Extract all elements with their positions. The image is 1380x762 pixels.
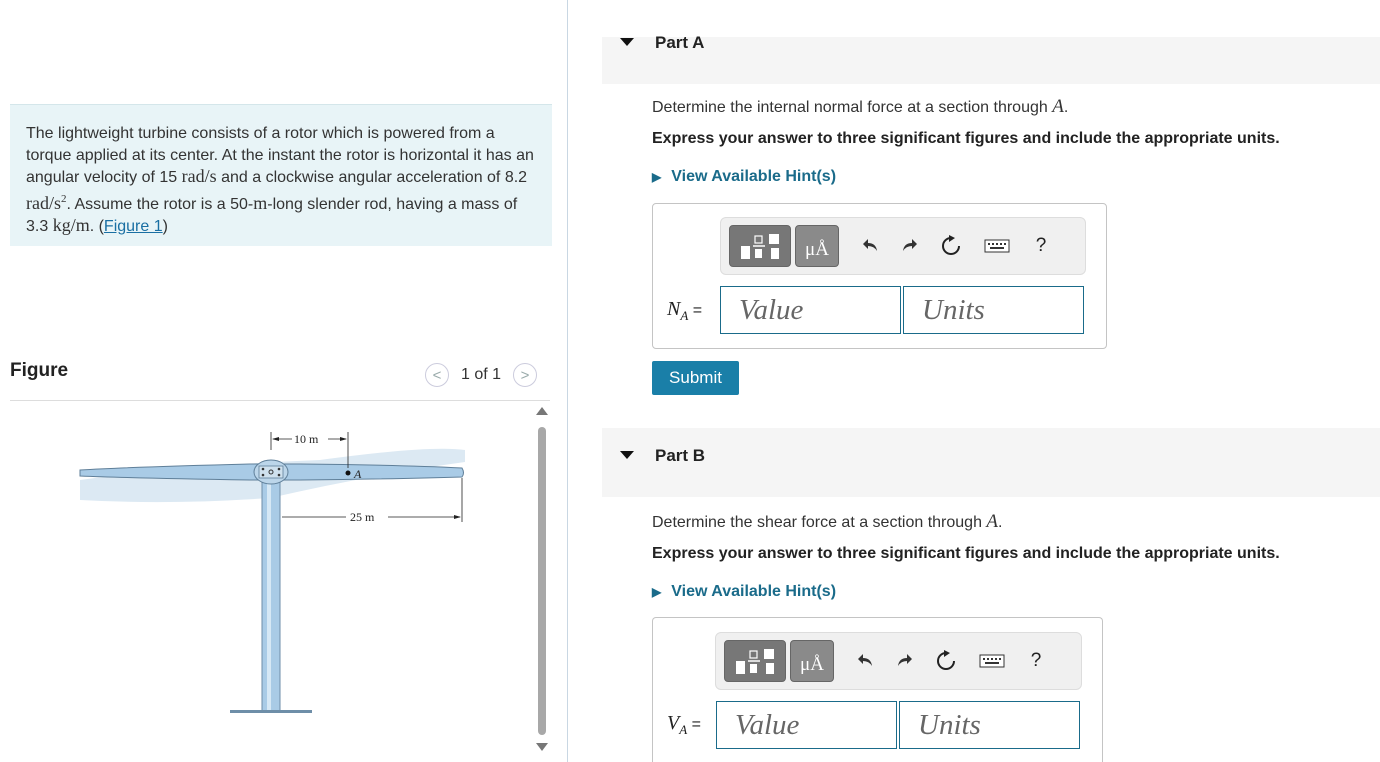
collapse-caret-icon[interactable] bbox=[620, 37, 634, 47]
hint-label: View Available Hint(s) bbox=[671, 583, 837, 600]
part-a-answer-box: μÅ ? NA = Value Units bbox=[652, 203, 1107, 349]
fraction-template-icon bbox=[736, 649, 774, 674]
scroll-thumb[interactable] bbox=[538, 427, 546, 735]
figure-title: Figure bbox=[10, 360, 69, 381]
tower-base bbox=[230, 710, 312, 713]
hint-label: View Available Hint(s) bbox=[671, 168, 837, 185]
bolt bbox=[277, 467, 281, 471]
part-b-question: Determine the shear force at a section t… bbox=[652, 511, 1002, 533]
part-a-hint-link[interactable]: ▶ View Available Hint(s) bbox=[652, 168, 836, 186]
problem-text-2: and a clockwise angular acceleration of … bbox=[216, 169, 528, 186]
fraction-template-icon bbox=[741, 234, 779, 259]
help-icon[interactable]: ? bbox=[1023, 228, 1059, 264]
reset-icon[interactable] bbox=[928, 643, 964, 679]
next-figure-button[interactable]: > bbox=[513, 363, 538, 387]
answer-variable-label: NA = bbox=[667, 298, 702, 324]
question-text: Determine the internal normal force at a… bbox=[652, 99, 1053, 116]
unit-kg-m: kg/m bbox=[52, 215, 90, 235]
arrow-head bbox=[272, 437, 279, 441]
units-input[interactable]: Units bbox=[903, 286, 1084, 334]
var-main: V bbox=[667, 712, 680, 734]
bolt bbox=[277, 473, 281, 477]
mu-a-icon: μÅ bbox=[805, 239, 829, 260]
figure-pager: < 1 of 1 > bbox=[425, 362, 538, 388]
chevron-right-icon: > bbox=[520, 366, 530, 384]
question-end: . bbox=[1063, 99, 1069, 116]
keyboard-icon[interactable] bbox=[974, 643, 1010, 679]
part-a-question: Determine the internal normal force at a… bbox=[652, 96, 1068, 118]
arrow-head bbox=[454, 515, 461, 519]
units-symbols-button[interactable]: μÅ bbox=[790, 640, 834, 682]
answer-variable-label: VA = bbox=[667, 712, 701, 738]
part-a-instruction: Express your answer to three significant… bbox=[652, 130, 1280, 147]
arrow-head bbox=[340, 437, 347, 441]
unit-rad-s: rad/s bbox=[181, 166, 217, 186]
expand-triangle-icon: ▶ bbox=[652, 170, 662, 184]
question-variable: A bbox=[986, 511, 999, 532]
var-sub: A bbox=[679, 722, 688, 737]
redo-icon[interactable] bbox=[891, 228, 927, 264]
keyboard-icon[interactable] bbox=[979, 228, 1015, 264]
unit-rad-s2-base: rad/s bbox=[26, 192, 61, 213]
problem-text-6: ) bbox=[162, 218, 168, 235]
unit-m: m bbox=[253, 192, 268, 213]
figure-divider bbox=[10, 400, 550, 401]
units-input[interactable]: Units bbox=[899, 701, 1080, 749]
mu-a-icon: μÅ bbox=[800, 654, 824, 675]
undo-icon[interactable] bbox=[848, 643, 884, 679]
value-input[interactable]: Value bbox=[720, 286, 901, 334]
part-b-hint-link[interactable]: ▶ View Available Hint(s) bbox=[652, 583, 836, 601]
bolt bbox=[261, 467, 265, 471]
problem-text: The lightweight turbine consists of a ro… bbox=[26, 123, 536, 238]
expand-triangle-icon: ▶ bbox=[652, 585, 662, 599]
dim-25m-label: 25 m bbox=[350, 510, 375, 524]
dim-10m-label: 10 m bbox=[294, 432, 319, 446]
question-text: Determine the shear force at a section t… bbox=[652, 514, 987, 531]
reset-icon[interactable] bbox=[933, 228, 969, 264]
question-variable: A bbox=[1052, 96, 1064, 117]
help-icon[interactable]: ? bbox=[1018, 643, 1054, 679]
redo-icon[interactable] bbox=[886, 643, 922, 679]
chevron-left-icon: < bbox=[432, 366, 442, 384]
collapse-caret-icon[interactable] bbox=[620, 450, 634, 460]
problem-text-5: . ( bbox=[89, 218, 104, 235]
point-a-label: A bbox=[353, 467, 362, 481]
prev-figure-button[interactable]: < bbox=[425, 363, 449, 387]
part-b-answer-box: μÅ ? VA = Value Units bbox=[652, 617, 1103, 762]
unit-rad-s2: rad/s2 bbox=[26, 193, 67, 213]
scroll-down-icon[interactable] bbox=[535, 741, 549, 753]
tower-highlight bbox=[267, 480, 271, 712]
scroll-up-icon[interactable] bbox=[535, 405, 549, 417]
templates-button[interactable] bbox=[724, 640, 786, 682]
figure-scrollbar[interactable] bbox=[533, 405, 551, 757]
pane-divider bbox=[567, 0, 568, 762]
equals-sign: = bbox=[688, 302, 703, 319]
figure-link[interactable]: Figure 1 bbox=[104, 218, 163, 235]
problem-statement: The lightweight turbine consists of a ro… bbox=[10, 104, 552, 246]
part-b-instruction: Express your answer to three significant… bbox=[652, 545, 1280, 562]
question-end: . bbox=[998, 514, 1003, 531]
problem-text-3: . Assume the rotor is a 50- bbox=[66, 195, 254, 213]
equals-sign: = bbox=[687, 716, 701, 733]
undo-icon[interactable] bbox=[853, 228, 889, 264]
units-symbols-button[interactable]: μÅ bbox=[795, 225, 839, 267]
submit-button[interactable]: Submit bbox=[652, 361, 739, 395]
var-main: N bbox=[667, 298, 681, 320]
pager-text: 1 of 1 bbox=[461, 366, 502, 383]
part-a-header[interactable] bbox=[602, 37, 1380, 84]
turbine-figure: A 10 m 25 m bbox=[79, 432, 465, 713]
bolt bbox=[261, 473, 265, 477]
part-b-header[interactable] bbox=[602, 428, 1380, 497]
part-a-label: Part A bbox=[655, 33, 705, 52]
value-input[interactable]: Value bbox=[716, 701, 897, 749]
point-a-marker bbox=[345, 470, 351, 476]
math-toolbar: μÅ ? bbox=[715, 632, 1082, 690]
templates-button[interactable] bbox=[729, 225, 791, 267]
part-b-label: Part B bbox=[655, 446, 706, 465]
math-toolbar: μÅ ? bbox=[720, 217, 1086, 275]
